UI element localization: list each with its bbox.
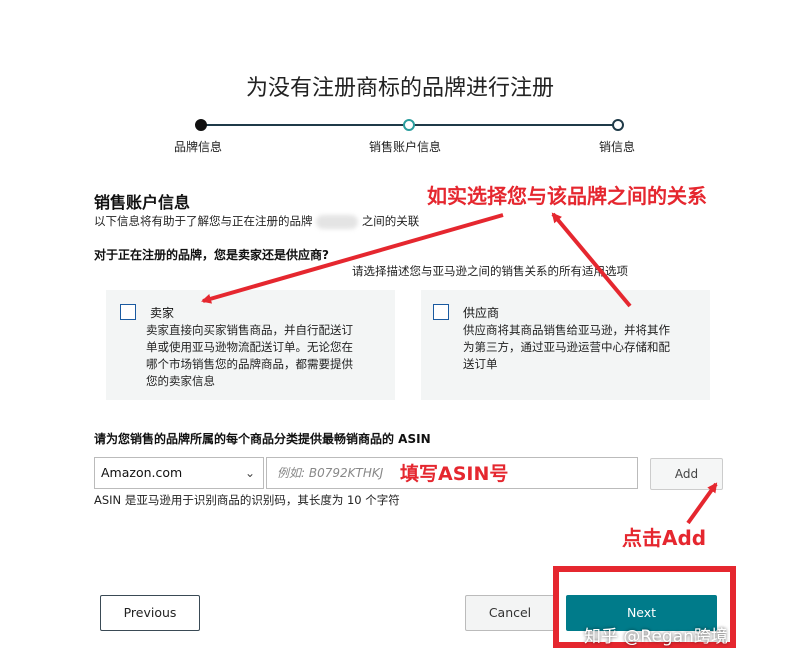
arrow-to-add-button (686, 482, 718, 525)
annotation-relationship: 如实选择您与该品牌之间的关系 (427, 184, 707, 208)
annotation-arrows (201, 212, 718, 525)
arrow-to-annotation (551, 212, 632, 308)
annotation-fill-asin: 填写ASIN号 (400, 463, 509, 485)
annotation-click-add: 点击Add (622, 526, 707, 550)
watermark: 知乎 @Regan跨境 (584, 627, 728, 647)
arrow-to-seller (201, 213, 504, 304)
